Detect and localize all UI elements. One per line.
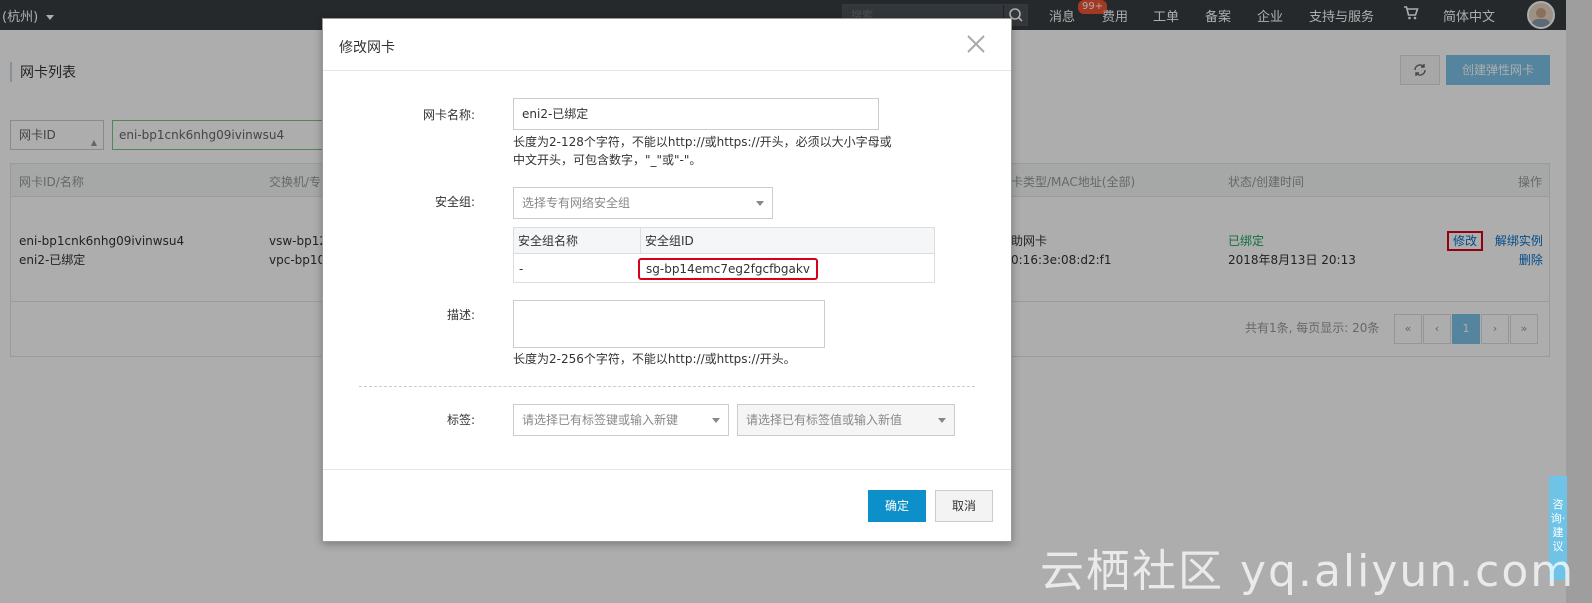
security-group-select[interactable]: 选择专有网络安全组 bbox=[513, 187, 773, 219]
sg-row-id: sg-bp14emc7eg2fgcfbgakv bbox=[638, 258, 818, 280]
dialog-footer-divider bbox=[323, 469, 1011, 470]
description-help: 长度为2-256个字符，不能以http://或https://开头。 bbox=[513, 352, 796, 366]
tag-value-placeholder: 请选择已有标签值或输入新值 bbox=[746, 413, 903, 427]
close-icon[interactable] bbox=[965, 33, 987, 55]
watermark: 云栖社区 yq.aliyun.com bbox=[1040, 546, 1576, 597]
security-group-placeholder: 选择专有网络安全组 bbox=[522, 196, 631, 210]
description-label: 描述: bbox=[446, 308, 475, 322]
tags-label: 标签: bbox=[446, 413, 475, 427]
cancel-button[interactable]: 取消 bbox=[935, 490, 993, 522]
sg-col-name: 安全组名称 bbox=[514, 228, 641, 254]
chevron-down-icon bbox=[756, 201, 764, 206]
security-group-table: 安全组名称 安全组ID - sg-bp14emc7eg2fgcfbgakv bbox=[513, 227, 935, 283]
chevron-down-icon bbox=[712, 418, 720, 423]
dialog-header: 修改网卡 bbox=[323, 19, 1011, 71]
eni-name-input[interactable]: eni2-已绑定 bbox=[513, 98, 879, 130]
dialog-title: 修改网卡 bbox=[339, 40, 395, 56]
eni-name-help-line1: 长度为2-128个字符，不能以http://或https://开头，必须以大小字… bbox=[513, 135, 892, 149]
confirm-button[interactable]: 确定 bbox=[868, 490, 926, 522]
eni-name-label: 网卡名称: bbox=[422, 108, 475, 122]
sg-row-name: - bbox=[519, 262, 524, 276]
tag-key-select[interactable]: 请选择已有标签键或输入新键 bbox=[513, 404, 729, 436]
tag-value-select[interactable]: 请选择已有标签值或输入新值 bbox=[737, 404, 955, 436]
tag-key-placeholder: 请选择已有标签键或输入新键 bbox=[522, 413, 679, 427]
description-textarea[interactable] bbox=[513, 300, 825, 348]
chevron-down-icon bbox=[938, 418, 946, 423]
eni-name-help: 长度为2-128个字符，不能以http://或https://开头，必须以大小字… bbox=[513, 133, 892, 169]
eni-name-help-line2: 中文开头，可包含数字，"_"或"-"。 bbox=[513, 153, 702, 167]
section-divider bbox=[359, 386, 975, 387]
sg-col-id: 安全组ID bbox=[641, 228, 934, 254]
modify-eni-dialog: 修改网卡 网卡名称: eni2-已绑定 长度为2-128个字符，不能以http:… bbox=[322, 18, 1012, 542]
security-group-label: 安全组: bbox=[434, 195, 475, 209]
